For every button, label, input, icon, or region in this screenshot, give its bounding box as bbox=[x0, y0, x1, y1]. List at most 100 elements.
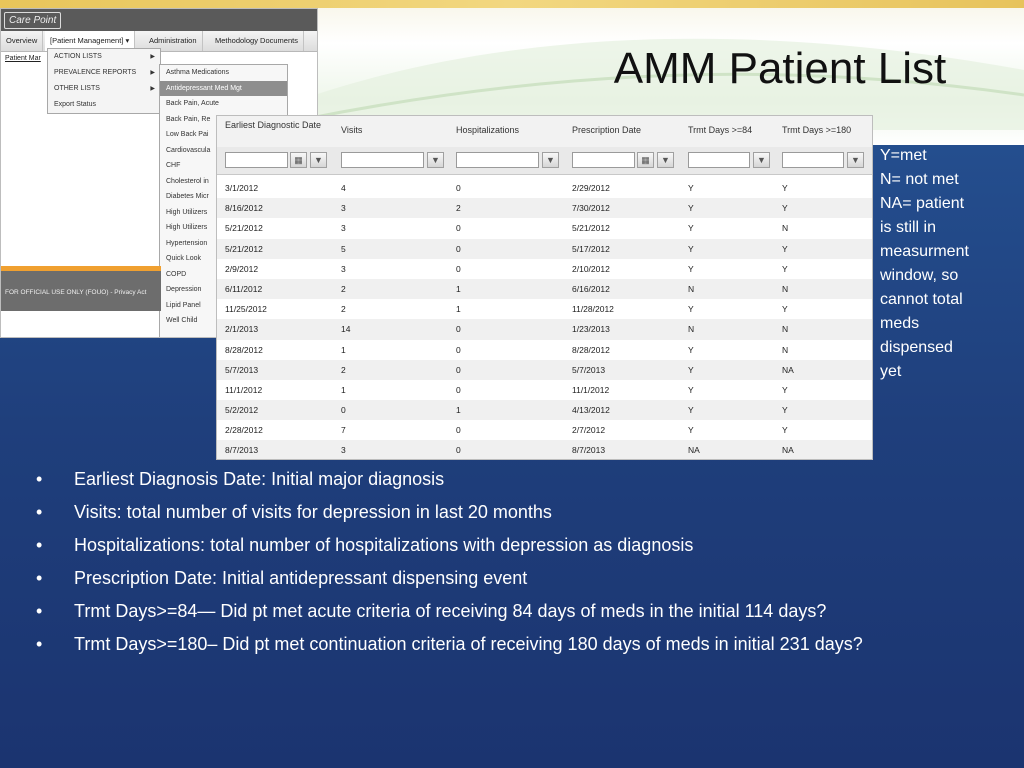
definitions-list: • Earliest Diagnosis Date: Initial major … bbox=[36, 467, 956, 665]
table-row[interactable]: 11/1/2012 1 0 11/1/2012 Y Y bbox=[217, 380, 872, 400]
cell-hospitalizations: 0 bbox=[456, 263, 461, 274]
cell-earliest-date: 8/7/2013 bbox=[225, 445, 259, 456]
menu-other-lists[interactable]: OTHER LISTS ▶ bbox=[48, 81, 160, 97]
cell-trmt-180: Y bbox=[782, 203, 788, 214]
cell-trmt-84: Y bbox=[688, 203, 694, 214]
filter-icon[interactable]: ▼ bbox=[542, 152, 559, 168]
calendar-icon[interactable]: ▦ bbox=[290, 152, 307, 168]
patient-management-link[interactable]: Patient Mar bbox=[5, 55, 41, 62]
submenu-item[interactable]: Back Pain, Acute bbox=[160, 96, 287, 111]
cell-earliest-date: 5/21/2012 bbox=[225, 223, 263, 234]
legend-line: N= not met bbox=[880, 171, 959, 188]
filter-icon[interactable]: ▼ bbox=[427, 152, 444, 168]
table-row[interactable]: 2/9/2012 3 0 2/10/2012 Y Y bbox=[217, 259, 872, 279]
table-row[interactable]: 3/1/2012 4 0 2/29/2012 Y Y bbox=[217, 178, 872, 198]
legend-line: Y=met bbox=[880, 147, 927, 164]
filter-visits-input[interactable] bbox=[341, 152, 424, 168]
grid-body: 3/1/2012 4 0 2/29/2012 Y Y 8/16/2012 3 2… bbox=[217, 178, 872, 459]
cell-hospitalizations: 1 bbox=[456, 405, 461, 416]
menu-action-lists[interactable]: ACTION LISTS ▶ bbox=[48, 49, 160, 65]
list-item: • Hospitalizations: total number of hospi… bbox=[36, 533, 956, 557]
filter-icon[interactable]: ▼ bbox=[847, 152, 864, 168]
nav-methodology-documents[interactable]: Methodology Documents bbox=[210, 31, 304, 51]
cell-trmt-84: Y bbox=[688, 405, 694, 416]
cell-hospitalizations: 0 bbox=[456, 183, 461, 193]
cell-earliest-date: 5/2/2012 bbox=[225, 405, 259, 416]
table-row[interactable]: 2/1/2013 14 0 1/23/2013 N N bbox=[217, 319, 872, 340]
bullet-text: Trmt Days>=84— Did pt met acute criteria… bbox=[74, 601, 827, 621]
table-row[interactable]: 5/21/2012 3 0 5/21/2012 Y N bbox=[217, 218, 872, 238]
cell-prescription-date: 5/7/2013 bbox=[572, 364, 606, 375]
column-header-hospitalizations[interactable]: Hospitalizations bbox=[456, 125, 519, 136]
cell-visits: 7 bbox=[341, 425, 346, 436]
table-row[interactable]: 2/28/2012 7 0 2/7/2012 Y Y bbox=[217, 420, 872, 440]
bullet-icon: • bbox=[36, 469, 43, 489]
legend-line: meds bbox=[880, 315, 920, 332]
cell-visits: 0 bbox=[341, 405, 346, 416]
cell-earliest-date: 11/25/2012 bbox=[225, 304, 267, 315]
table-row[interactable]: 8/16/2012 3 2 7/30/2012 Y Y bbox=[217, 198, 872, 219]
submenu-item[interactable]: Asthma Medications bbox=[160, 65, 287, 80]
cell-trmt-180: Y bbox=[782, 304, 788, 315]
cell-earliest-date: 5/21/2012 bbox=[225, 243, 263, 254]
table-row[interactable]: 6/11/2012 2 1 6/16/2012 N N bbox=[217, 278, 872, 300]
menu-export-status[interactable]: Export Status bbox=[48, 97, 160, 113]
cell-prescription-date: 11/28/2012 bbox=[572, 304, 614, 315]
column-header-trmt-days-180[interactable]: Trmt Days >=180 bbox=[782, 125, 851, 136]
cell-visits: 14 bbox=[341, 324, 351, 335]
legend-line: dispensed bbox=[880, 339, 953, 356]
submenu-item-selected[interactable]: Antidepressant Med Mgt bbox=[160, 80, 287, 96]
cell-trmt-84: N bbox=[688, 324, 695, 335]
cell-prescription-date: 8/28/2012 bbox=[572, 344, 610, 355]
filter-icon[interactable]: ▼ bbox=[310, 152, 327, 168]
cell-trmt-180: NA bbox=[782, 364, 794, 375]
cell-hospitalizations: 0 bbox=[456, 243, 461, 254]
menu-label: ACTION LISTS bbox=[54, 53, 102, 60]
cell-hospitalizations: 1 bbox=[456, 304, 461, 315]
cell-trmt-84: Y bbox=[688, 425, 694, 436]
slide-title: AMM Patient List bbox=[613, 44, 947, 93]
fouo-notice: FOR OFFICIAL USE ONLY (FOUO) - Privacy A… bbox=[5, 289, 147, 296]
filter-icon[interactable]: ▼ bbox=[753, 152, 770, 168]
patient-management-menu: ACTION LISTS ▶ PREVALENCE REPORTS ▶ OTHER … bbox=[47, 48, 161, 114]
menu-label: Export Status bbox=[54, 101, 97, 108]
cell-earliest-date: 6/11/2012 bbox=[225, 283, 263, 294]
filter-earliest-date-input[interactable] bbox=[225, 152, 288, 168]
nav-overview[interactable]: Overview bbox=[1, 31, 44, 51]
cell-trmt-84: Y bbox=[688, 243, 694, 254]
menu-prevalence-reports[interactable]: PREVALENCE REPORTS ▶ bbox=[48, 65, 160, 81]
table-row[interactable]: 11/25/2012 2 1 11/28/2012 Y Y bbox=[217, 299, 872, 319]
cell-trmt-180: N bbox=[782, 283, 789, 294]
filter-trmt84-input[interactable] bbox=[688, 152, 750, 168]
column-header-prescription-date[interactable]: Prescription Date bbox=[572, 125, 641, 136]
cell-visits: 3 bbox=[341, 203, 346, 214]
cell-visits: 3 bbox=[341, 223, 346, 234]
slide-gold-stripe bbox=[0, 0, 1024, 8]
table-row[interactable]: 5/7/2013 2 0 5/7/2013 Y NA bbox=[217, 359, 872, 380]
filter-hospitalizations-input[interactable] bbox=[456, 152, 539, 168]
cell-hospitalizations: 0 bbox=[456, 425, 461, 436]
column-header-earliest-diagnostic-date[interactable]: Earliest Diagnostic Date bbox=[225, 120, 325, 131]
cell-prescription-date: 1/23/2013 bbox=[572, 324, 610, 335]
cell-visits: 3 bbox=[341, 263, 346, 274]
table-row[interactable]: 8/28/2012 1 0 8/28/2012 Y N bbox=[217, 340, 872, 360]
table-row[interactable]: 8/7/2013 3 0 8/7/2013 NA NA bbox=[217, 440, 872, 459]
filter-icon[interactable]: ▼ bbox=[657, 152, 674, 168]
cell-prescription-date: 4/13/2012 bbox=[572, 405, 610, 416]
column-header-visits[interactable]: Visits bbox=[341, 125, 362, 136]
bullet-icon: • bbox=[36, 502, 43, 522]
legend-line: window, so bbox=[880, 267, 959, 284]
cell-trmt-84: Y bbox=[688, 183, 694, 193]
cell-earliest-date: 2/1/2013 bbox=[225, 324, 259, 335]
cell-trmt-84: N bbox=[688, 283, 695, 294]
legend-line: is still in bbox=[880, 219, 937, 236]
filter-trmt180-input[interactable] bbox=[782, 152, 844, 168]
bullet-icon: • bbox=[36, 601, 43, 621]
cell-visits: 2 bbox=[341, 364, 346, 375]
column-header-trmt-days-84[interactable]: Trmt Days >=84 bbox=[688, 125, 752, 136]
table-row[interactable]: 5/2/2012 0 1 4/13/2012 Y Y bbox=[217, 400, 872, 421]
calendar-icon[interactable]: ▦ bbox=[637, 152, 654, 168]
cell-trmt-180: N bbox=[782, 324, 789, 335]
filter-prescription-date-input[interactable] bbox=[572, 152, 635, 168]
table-row[interactable]: 5/21/2012 5 0 5/17/2012 Y Y bbox=[217, 238, 872, 259]
